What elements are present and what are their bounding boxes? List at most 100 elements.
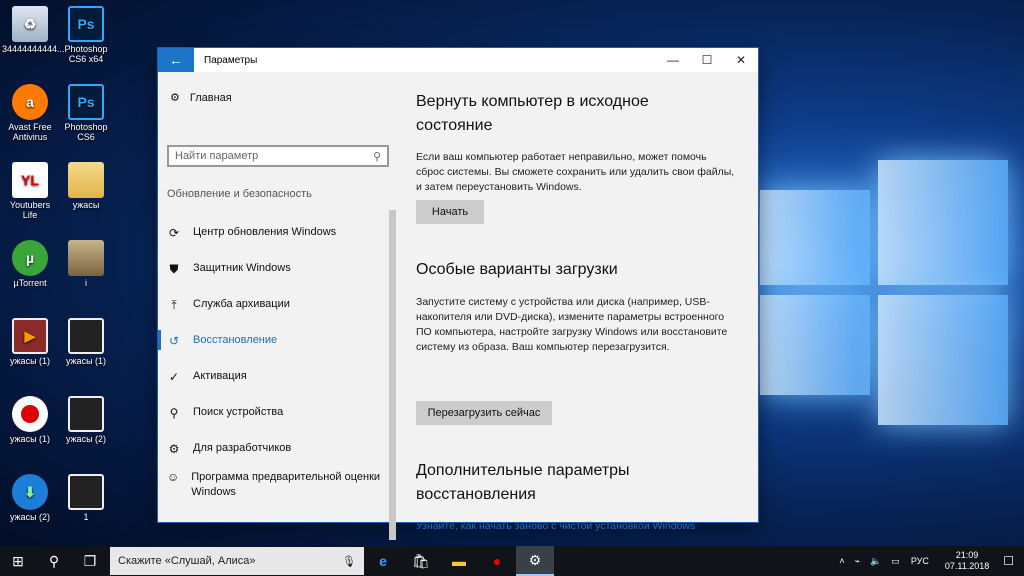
search-icon: ⚲ — [372, 150, 381, 163]
clock-date: 07.11.2018 — [944, 561, 990, 571]
sidebar-item-defender[interactable]: ⛊ Защитник Windows — [167, 262, 395, 277]
cortana-search-box[interactable]: Скажите «Слушай, Алиса» 🎙 — [110, 547, 364, 575]
developer-tools-icon: ⚙ — [168, 442, 180, 456]
sidebar-scrollbar[interactable] — [389, 210, 396, 540]
start-reset-button[interactable]: Начать — [416, 200, 484, 224]
video-file-icon — [68, 474, 104, 510]
store-icon: 🛍 — [412, 552, 430, 569]
utorrent-icon: µ — [12, 240, 48, 276]
sidebar-item-activation[interactable]: ✓ Активация — [167, 370, 395, 384]
update-icon: ⟳ — [168, 226, 180, 240]
recycle-bin-icon: ♻ — [12, 6, 48, 42]
backup-icon: ⤒ — [171, 298, 177, 312]
sidebar-item-backup[interactable]: ⤒ Служба архивации — [167, 298, 395, 313]
restart-now-button[interactable]: Перезагрузить сейчас — [416, 401, 552, 425]
taskbar-explorer[interactable]: ▬ — [440, 546, 478, 576]
downloader-icon: ⬇ — [12, 474, 48, 510]
activation-icon: ✓ — [168, 370, 180, 384]
desktop-icon-photoshop[interactable]: Ps Photoshop CS6 — [58, 84, 114, 142]
desktop-icon-label: 34444444444... — [2, 44, 65, 54]
taskbar-store[interactable]: 🛍 — [402, 546, 440, 576]
taskbar-settings[interactable]: ⚙ — [516, 546, 554, 576]
sidebar-item-label: Служба архивации — [193, 298, 290, 310]
desktop-icon-youtubers-life[interactable]: YL Youtubers Life — [2, 162, 58, 220]
desktop-icon-label: ужасы — [72, 200, 100, 210]
desktop-icon-image[interactable]: i — [58, 240, 114, 288]
search-input[interactable]: Найти параметр ⚲ — [167, 145, 389, 167]
sidebar-item-insider[interactable]: ☺ Программа предварительной оценки Windo… — [167, 470, 395, 500]
sidebar-item-recovery[interactable]: ↺ Восстановление — [158, 330, 395, 350]
video-file-icon — [68, 396, 104, 432]
clock[interactable]: 21:09 07.11.2018 — [945, 550, 989, 572]
battery-icon[interactable]: ▭ — [891, 556, 900, 567]
desktop-icon-label: ужасы (2) — [9, 512, 51, 522]
desktop-icon-video-2[interactable]: ужасы (2) — [58, 396, 114, 444]
close-button[interactable]: ✕ — [724, 48, 758, 72]
desktop-icon-recycle-bin[interactable]: ♻ 34444444444... — [2, 6, 65, 54]
window-title: Параметры — [204, 54, 258, 66]
desktop-icon-avast[interactable]: a Avast Free Antivirus — [2, 84, 58, 142]
clock-time: 21:09 — [955, 550, 979, 560]
folder-icon: ▬ — [452, 553, 466, 569]
sidebar-section-title: Обновление и безопасность — [167, 188, 312, 200]
image-file-icon — [68, 240, 104, 276]
advanced-startup-description: Запустите систему с устройства или диска… — [416, 296, 728, 353]
windows-wallpaper-logo — [760, 150, 1010, 450]
more-recovery-heading: Дополнительные параметры восстановления — [416, 462, 630, 503]
desktop-icon-label: ужасы (1) — [9, 434, 51, 444]
task-view-button[interactable]: ❐ — [72, 546, 108, 576]
photoshop-icon: Ps — [68, 6, 104, 42]
find-device-icon: ⚲ — [169, 406, 179, 420]
minimize-button[interactable]: — — [656, 48, 690, 72]
search-button[interactable]: ⚲ — [36, 546, 72, 576]
sidebar-item-label: Поиск устройства — [193, 406, 284, 418]
screen-recorder-icon: ● — [492, 553, 502, 569]
desktop-icon-downloader[interactable]: ⬇ ужасы (2) — [2, 474, 58, 522]
maximize-button[interactable]: ☐ — [690, 48, 724, 72]
clean-install-link[interactable]: Узнайте, как начать заново с чистой уста… — [416, 520, 695, 532]
back-button[interactable]: ← — [158, 48, 194, 72]
desktop-icon-utorrent[interactable]: µ µTorrent — [2, 240, 58, 288]
desktop-icon-recorder[interactable]: ужасы (1) — [2, 396, 58, 444]
notification-icon[interactable]: ☐ — [1003, 554, 1014, 568]
sidebar-item-label: Активация — [193, 370, 247, 382]
search-placeholder: Найти параметр — [175, 150, 259, 162]
shield-icon: ⛊ — [169, 262, 179, 276]
settings-window: ← Параметры — ☐ ✕ ⚙ Главная Найти параме… — [158, 48, 758, 540]
sidebar-item-label: Для разработчиков — [193, 442, 292, 454]
microphone-icon: 🎙 — [342, 555, 356, 568]
task-view-icon: ❐ — [83, 552, 97, 569]
desktop-icon-video-editor[interactable]: ▶ ужасы (1) — [2, 318, 58, 366]
desktop-icon-photoshop-x64[interactable]: Ps Photoshop CS6 x64 — [58, 6, 114, 64]
sidebar-item-developers[interactable]: ⚙ Для разработчиков — [167, 442, 395, 456]
desktop-icon-folder[interactable]: ужасы — [58, 162, 114, 210]
network-icon[interactable]: ⌁ — [855, 556, 860, 567]
youtubers-life-icon: YL — [12, 162, 48, 198]
taskbar-edge[interactable]: e — [364, 546, 402, 576]
windows-start-icon: ⊞ — [12, 552, 24, 569]
desktop-icon-label: Photoshop CS6 x64 — [64, 44, 108, 64]
volume-icon[interactable]: 🔈 — [870, 556, 881, 567]
folder-icon — [68, 162, 104, 198]
sidebar-item-find-device[interactable]: ⚲ Поиск устройства — [167, 406, 395, 420]
desktop-icon-label: 1 — [83, 512, 89, 522]
sidebar-item-label: Восстановление — [193, 334, 278, 346]
sidebar-item-windows-update[interactable]: ⟳ Центр обновления Windows — [167, 226, 395, 240]
video-editor-icon: ▶ — [12, 318, 48, 354]
reset-heading: Вернуть компьютер в исходное состояние — [416, 93, 649, 134]
search-icon: ⚲ — [48, 552, 60, 569]
desktop-icon-label: Avast Free Antivirus — [8, 122, 52, 142]
chevron-up-icon[interactable]: ˄ — [839, 556, 844, 566]
language-indicator[interactable]: РУС — [911, 556, 929, 566]
desktop-icon-label: ужасы (2) — [65, 434, 107, 444]
desktop-icon-video-3[interactable]: 1 — [58, 474, 114, 522]
desktop-icon-label: Youtubers Life — [9, 200, 51, 220]
system-tray: ˄ ⌁ 🔈 ▭ РУС 21:09 07.11.2018 ☐ — [834, 546, 1024, 576]
desktop-icon-video-1[interactable]: ужасы (1) — [58, 318, 114, 366]
sidebar-home[interactable]: ⚙ Главная — [170, 91, 232, 105]
taskbar-recorder[interactable]: ● — [478, 546, 516, 576]
start-button[interactable]: ⊞ — [0, 546, 36, 576]
video-file-icon — [68, 318, 104, 354]
desktop-icon-label: µTorrent — [13, 278, 47, 288]
desktop-icon-label: ужасы (1) — [65, 356, 107, 366]
